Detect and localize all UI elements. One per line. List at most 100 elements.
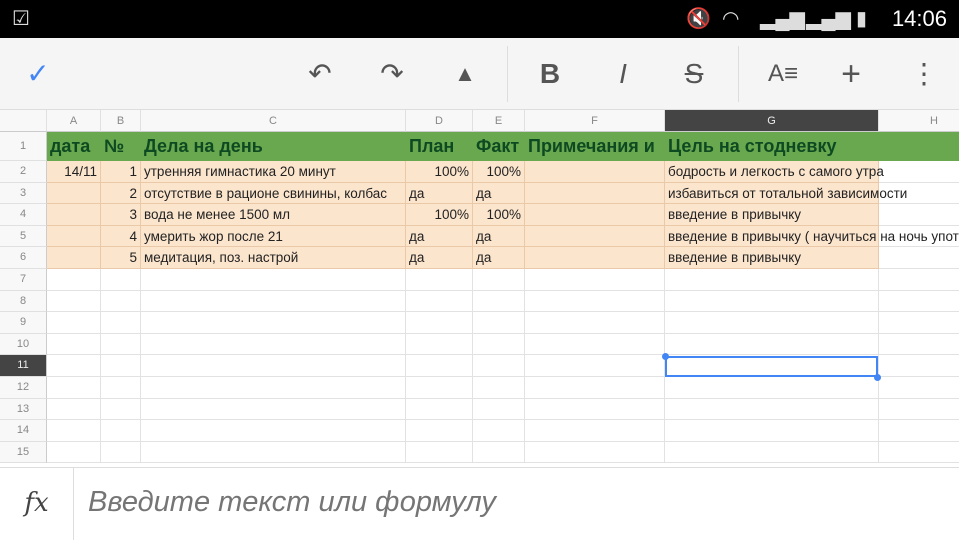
cell-C6[interactable]: медитация, поз. настрой xyxy=(141,247,406,269)
cell-F6[interactable] xyxy=(525,247,665,269)
cell-F3[interactable] xyxy=(525,182,665,205)
cell-H15[interactable] xyxy=(879,442,959,464)
cell-H2[interactable] xyxy=(879,161,959,183)
cell-C14[interactable] xyxy=(141,420,406,442)
cell-F8[interactable] xyxy=(525,290,665,313)
cell-A5[interactable] xyxy=(47,225,101,248)
column-header-E[interactable]: E xyxy=(473,110,525,132)
cell-D7[interactable] xyxy=(406,269,473,291)
cell-D5[interactable]: да xyxy=(406,225,473,248)
formula-input[interactable] xyxy=(88,486,888,519)
cell-A15[interactable] xyxy=(47,441,101,464)
cell-A8[interactable] xyxy=(47,290,101,313)
cell-D12[interactable] xyxy=(406,377,473,399)
spreadsheet-grid[interactable]: A B C D E F G H 1 дата № Дела на день План Факт Примеч… xyxy=(0,110,959,467)
cell-G13[interactable] xyxy=(665,398,879,421)
undo-button[interactable]: ↶ xyxy=(300,56,340,92)
row-header-9[interactable]: 9 xyxy=(0,312,47,334)
cell-A10[interactable] xyxy=(47,333,101,356)
column-header-G[interactable]: G xyxy=(665,110,879,132)
cell-E4[interactable]: 100% xyxy=(473,204,525,226)
confirm-button[interactable]: ✓ xyxy=(18,56,58,92)
cell-F11[interactable] xyxy=(525,355,665,377)
cell-C2[interactable]: утренняя гимнастика 20 минут xyxy=(141,161,406,183)
cell-E5[interactable]: да xyxy=(473,225,525,248)
cell-E14[interactable] xyxy=(473,420,525,442)
cell-C9[interactable] xyxy=(141,312,406,334)
cell-E1[interactable]: Факт xyxy=(473,132,525,161)
cell-H10[interactable] xyxy=(879,334,959,356)
cell-B7[interactable] xyxy=(101,269,141,291)
row-header-5[interactable]: 5 xyxy=(0,225,47,248)
row-header-15[interactable]: 15 xyxy=(0,441,47,464)
cell-A14[interactable] xyxy=(47,420,101,442)
cell-B4[interactable]: 3 xyxy=(101,204,141,226)
cell-D3[interactable]: да xyxy=(406,182,473,205)
cell-F12[interactable] xyxy=(525,377,665,399)
cell-B14[interactable] xyxy=(101,420,141,442)
cell-F4[interactable] xyxy=(525,204,665,226)
cell-E10[interactable] xyxy=(473,333,525,356)
cell-A3[interactable] xyxy=(47,182,101,205)
cell-B15[interactable] xyxy=(101,441,141,464)
cell-E9[interactable] xyxy=(473,312,525,334)
cell-G4[interactable]: введение в привычку xyxy=(665,204,879,226)
cell-G5[interactable]: введение в привычку ( научиться на ночь … xyxy=(665,225,959,248)
cell-H13[interactable] xyxy=(879,399,959,421)
row-header-14[interactable]: 14 xyxy=(0,420,47,442)
cell-F13[interactable] xyxy=(525,398,665,421)
cell-A1[interactable]: дата xyxy=(47,132,101,161)
cell-G8[interactable] xyxy=(665,290,879,313)
cell-G12[interactable] xyxy=(665,377,879,399)
cell-F14[interactable] xyxy=(525,420,665,442)
cell-A11[interactable] xyxy=(47,355,101,377)
cell-G3[interactable]: избавиться от тотальной зависимости xyxy=(665,182,907,205)
row-header-7[interactable]: 7 xyxy=(0,269,47,291)
cell-A13[interactable] xyxy=(47,398,101,421)
cell-F15[interactable] xyxy=(525,441,665,464)
row-header-13[interactable]: 13 xyxy=(0,398,47,421)
cell-H8[interactable] xyxy=(879,291,959,313)
cell-C8[interactable] xyxy=(141,290,406,313)
select-all-corner[interactable] xyxy=(0,110,47,132)
cell-G15[interactable] xyxy=(665,441,879,464)
cell-C13[interactable] xyxy=(141,398,406,421)
cell-D2[interactable]: 100% xyxy=(406,161,473,183)
selection-handle-top[interactable] xyxy=(662,353,669,360)
bold-button[interactable]: B xyxy=(530,56,570,92)
cell-H6[interactable] xyxy=(879,247,959,269)
row-header-1[interactable]: 1 xyxy=(0,132,47,161)
cell-A2[interactable]: 14/11 xyxy=(47,161,101,183)
cell-D4[interactable]: 100% xyxy=(406,204,473,226)
cell-D8[interactable] xyxy=(406,290,473,313)
cell-H4[interactable] xyxy=(879,204,959,226)
cell-H11[interactable] xyxy=(879,355,959,377)
more-options-button[interactable]: ⋮ xyxy=(904,56,944,92)
cell-A4[interactable] xyxy=(47,204,101,226)
cell-B3[interactable]: 2 xyxy=(101,182,141,205)
cell-G2[interactable]: бодрость и легкость с самого утра xyxy=(665,161,884,183)
cell-C7[interactable] xyxy=(141,269,406,291)
row-header-8[interactable]: 8 xyxy=(0,290,47,313)
cell-D15[interactable] xyxy=(406,441,473,464)
cell-E8[interactable] xyxy=(473,290,525,313)
cell-B8[interactable] xyxy=(101,290,141,313)
row-header-11[interactable]: 11 xyxy=(0,355,47,377)
column-header-B[interactable]: B xyxy=(101,110,141,132)
cell-B1[interactable]: № xyxy=(101,132,141,161)
cell-D11[interactable] xyxy=(406,355,473,377)
fill-color-button[interactable]: ▲ xyxy=(445,56,485,92)
cell-F2[interactable] xyxy=(525,161,665,183)
cell-D1[interactable]: План xyxy=(406,132,473,161)
cell-F1[interactable]: Примечания и xyxy=(525,132,665,161)
cell-G10[interactable] xyxy=(665,333,879,356)
cell-G6[interactable]: введение в привычку xyxy=(665,247,879,269)
cell-G11[interactable] xyxy=(665,355,879,377)
cell-C4[interactable]: вода не менее 1500 мл xyxy=(141,204,406,226)
column-header-D[interactable]: D xyxy=(406,110,473,132)
selection-handle-bottom[interactable] xyxy=(874,374,881,381)
italic-button[interactable]: I xyxy=(603,56,643,92)
cell-A6[interactable] xyxy=(47,247,101,269)
strikethrough-button[interactable]: S xyxy=(674,56,714,92)
insert-button[interactable]: + xyxy=(831,56,871,92)
